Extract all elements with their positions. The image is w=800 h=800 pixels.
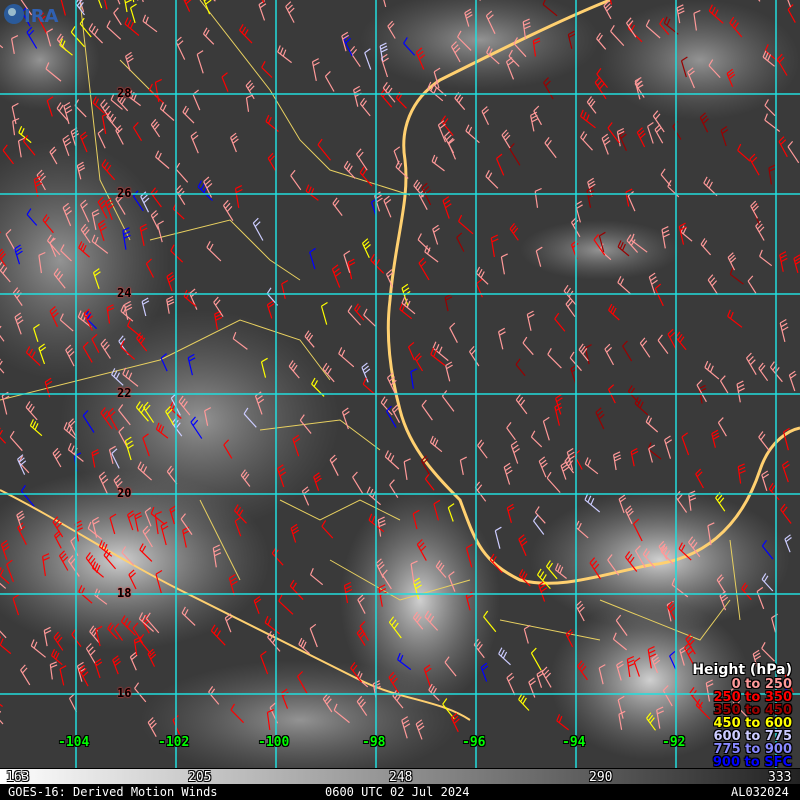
info-bar: GOES-16: Derived Motion Winds 0600 UTC 0…	[0, 784, 800, 800]
colorbar-label: 205	[188, 770, 212, 785]
datetime: 0600 UTC 02 Jul 2024	[325, 785, 470, 799]
lon-label: -98	[362, 735, 386, 750]
colorbar-label: 333	[768, 770, 792, 785]
lat-label: 28	[117, 86, 132, 100]
product-title: GOES-16: Derived Motion Winds	[8, 785, 218, 799]
lon-label: -104	[58, 735, 90, 750]
lat-label: 24	[117, 286, 132, 300]
lon-label: -94	[562, 735, 586, 750]
lon-label: -100	[258, 735, 290, 750]
storm-id: AL032024	[731, 785, 789, 799]
brightness-temperature-colorbar: 163 205 248 290 333	[0, 768, 800, 785]
satellite-map[interactable]: 28 26 24 22 20 18 16 -104 -102 -100 -98 …	[0, 0, 800, 768]
lat-label: 16	[117, 686, 132, 700]
lat-lon-grid	[0, 0, 800, 768]
lat-label: 18	[117, 586, 132, 600]
colorbar-label: 163	[6, 770, 30, 785]
lon-label: -92	[662, 735, 686, 750]
lon-label: -96	[462, 735, 486, 750]
lat-label: 26	[117, 186, 132, 200]
legend-title: Height (hPa)	[692, 662, 792, 678]
lat-label: 20	[117, 486, 132, 500]
legend-item: 900 to SFC	[712, 755, 792, 768]
height-legend: Height (hPa) 0 to 250 250 to 350 350 to 45…	[692, 662, 792, 768]
cira-logo: IRA	[4, 4, 59, 27]
svg-text:IRA: IRA	[24, 6, 59, 27]
lat-label: 22	[117, 386, 132, 400]
colorbar-label: 248	[389, 770, 413, 785]
lon-label: -102	[158, 735, 190, 750]
colorbar-label: 290	[589, 770, 613, 785]
